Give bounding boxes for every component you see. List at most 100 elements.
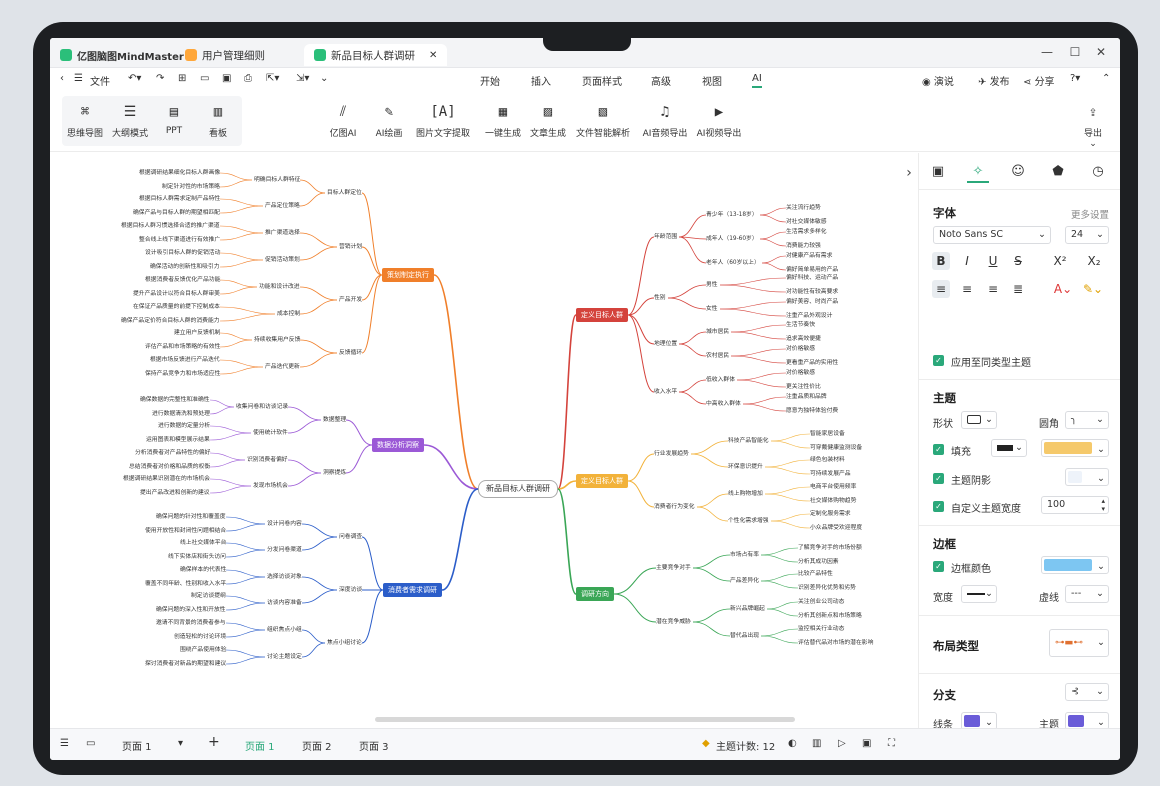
sub-sub-topic[interactable]: 中高收入群体	[706, 401, 741, 408]
sub-sub-topic[interactable]: 成年人（19-60岁）	[706, 236, 758, 243]
corner-select[interactable]: ╮ ⌄	[1065, 411, 1109, 429]
sub-topic[interactable]: 目标人群定位	[327, 190, 362, 197]
leaf-topic[interactable]: 根据调研结果细化目标人群画像	[139, 170, 220, 177]
sub-sub-topic[interactable]: 功能和设计改进	[259, 284, 300, 291]
leaf-topic[interactable]: 偏好美容、时尚产品	[786, 299, 838, 306]
leaf-topic[interactable]: 比较产品特性	[798, 571, 833, 578]
leaf-topic[interactable]: 线上社交媒体平台	[180, 540, 226, 547]
sub-sub-topic[interactable]: 设计问卷内容	[267, 521, 302, 528]
leaf-topic[interactable]: 消费能力较强	[786, 243, 821, 250]
branch-style-select[interactable]: ⊰ ⌄	[1065, 683, 1109, 701]
tab-new-product-research[interactable]: 新品目标人群调研 ✕	[304, 44, 448, 66]
leaf-topic[interactable]: 了解竞争对手的市场份额	[798, 545, 862, 552]
sub-topic[interactable]: 产品开发	[339, 297, 362, 304]
fill-color-select[interactable]: ⌄	[1041, 439, 1109, 457]
sub-sub-topic[interactable]: 使用统计软件	[253, 430, 288, 437]
sub-sub-topic[interactable]: 新兴品牌崛起	[730, 606, 765, 613]
sub-topic[interactable]: 消费者行为变化	[654, 504, 695, 511]
presentation-button[interactable]: ◉ 演说	[922, 73, 954, 88]
root-topic[interactable]: 新品目标人群调研	[478, 480, 558, 498]
align-left-icon[interactable]: ≡	[932, 280, 950, 298]
sub-topic[interactable]: 行业发展趋势	[654, 451, 689, 458]
share-button[interactable]: ⋖ 分享	[1023, 73, 1055, 88]
panel-tab-marker-icon[interactable]: ☺	[1007, 161, 1029, 183]
leaf-topic[interactable]: 分析其成功因素	[798, 559, 839, 566]
sub-sub-topic[interactable]: 男性	[706, 282, 718, 289]
leaf-topic[interactable]: 整合线上线下渠道进行有效推广	[139, 237, 220, 244]
leaf-topic[interactable]: 确保产品定价符合目标人群的消费能力	[121, 318, 220, 325]
collapse-ribbon-icon[interactable]: ⌃	[1102, 73, 1110, 84]
maximize-icon[interactable]: ☐	[1068, 45, 1082, 59]
leaf-topic[interactable]: 评估产品和市场策略的有效性	[145, 344, 220, 351]
file-parse-button[interactable]: ▧ 文件智能解析	[568, 104, 638, 139]
focus-mode-icon[interactable]: ◐	[788, 738, 797, 749]
leaf-topic[interactable]: 分析其创新点和市场策略	[798, 613, 862, 620]
border-color-checkbox[interactable]: ✓	[933, 561, 944, 572]
minimize-icon[interactable]: —	[1040, 45, 1054, 59]
sub-sub-topic[interactable]: 城市居民	[706, 329, 729, 336]
leaf-topic[interactable]: 根据市场反馈进行产品迭代	[150, 357, 220, 364]
sub-topic[interactable]: 性别	[654, 295, 666, 302]
sub-sub-topic[interactable]: 发现市场机会	[253, 483, 288, 490]
menu-tab-start[interactable]: 开始	[480, 73, 500, 88]
leaf-topic[interactable]: 根据目标人群需求定制产品特性	[139, 196, 220, 203]
leaf-topic[interactable]: 识别差异化优势和劣势	[798, 585, 856, 592]
export-button[interactable]: ⇪ 导出 ⌄	[1058, 104, 1120, 149]
open-folder-icon[interactable]: ▭	[200, 73, 209, 84]
leaf-topic[interactable]: 制定访谈提纲	[191, 593, 226, 600]
leaf-topic[interactable]: 根据目标人群习惯选择合适的推广渠道	[121, 223, 220, 230]
font-color-icon[interactable]: A⌄	[1051, 280, 1075, 298]
leaf-topic[interactable]: 对功能性有较高要求	[786, 289, 838, 296]
sub-topic[interactable]: 反馈循环	[339, 350, 362, 357]
panel-tab-style-icon[interactable]: ▣	[927, 161, 949, 183]
stepper-arrows-icon[interactable]: ▴ ▾	[1101, 497, 1105, 513]
sub-topic[interactable]: 深度访谈	[339, 587, 362, 594]
leaf-topic[interactable]: 可持续发展产品	[810, 471, 851, 478]
add-page-icon[interactable]: +	[208, 734, 220, 750]
leaf-topic[interactable]: 根据调研结果识别潜在的市场机会	[123, 476, 210, 483]
main-branch[interactable]: 数据分析洞察	[372, 438, 424, 452]
fit-page-icon[interactable]: ▣	[862, 738, 871, 749]
strikethrough-button[interactable]: S	[1009, 252, 1027, 270]
leaf-topic[interactable]: 更关注性价比	[786, 384, 821, 391]
sub-sub-topic[interactable]: 组织焦点小组	[267, 627, 302, 634]
more-chevron-icon[interactable]: ⌄	[320, 73, 328, 84]
sub-topic[interactable]: 年龄范围	[654, 234, 677, 241]
sub-sub-topic[interactable]: 低收入群体	[706, 377, 735, 384]
leaf-topic[interactable]: 更看重产品的实用性	[786, 360, 838, 367]
menu-tab-advanced[interactable]: 高级	[651, 73, 671, 88]
leaf-topic[interactable]: 小众品牌受欢迎程度	[810, 525, 862, 532]
sub-topic[interactable]: 潜在竞争威胁	[656, 619, 691, 626]
sub-sub-topic[interactable]: 成本控制	[277, 311, 300, 318]
panel-tab-format-icon[interactable]: ✧	[967, 161, 989, 183]
font-size-select[interactable]: 24 ⌄	[1065, 226, 1109, 244]
ai-video-export-button[interactable]: ▶ AI视频导出	[684, 104, 754, 139]
leaf-topic[interactable]: 偏好科技、运动产品	[786, 275, 838, 282]
leaf-topic[interactable]: 对价格敏感	[786, 370, 815, 377]
dual-view-icon[interactable]: ▥	[812, 738, 821, 749]
menu-tab-ai[interactable]: AI	[752, 73, 762, 88]
sub-sub-topic[interactable]: 持续收集用户反馈	[254, 337, 300, 344]
fill-style-select[interactable]: ⌄	[991, 439, 1027, 457]
menu-tab-insert[interactable]: 插入	[531, 73, 551, 88]
custom-width-checkbox[interactable]: ✓	[933, 501, 944, 512]
leaf-topic[interactable]: 围绕产品使用体验	[180, 647, 226, 654]
sub-sub-topic[interactable]: 科技产品智能化	[728, 438, 769, 445]
page-selector[interactable]: 页面 1	[122, 738, 152, 753]
leaf-topic[interactable]: 确保产品与目标人群的期望相匹配	[133, 210, 220, 217]
leaf-topic[interactable]: 覆盖不同年龄、性别和收入水平	[145, 581, 226, 588]
leaf-topic[interactable]: 根据消费者反馈优化产品功能	[145, 277, 220, 284]
publish-button[interactable]: ✈ 发布	[978, 73, 1010, 88]
sub-topic[interactable]: 数据整理	[323, 417, 346, 424]
justify-icon[interactable]: ≣	[1009, 280, 1027, 298]
sub-topic[interactable]: 问卷调查	[339, 534, 362, 541]
export-icon[interactable]: ⇱▾	[266, 73, 279, 84]
print-icon[interactable]: ⎙	[244, 73, 252, 84]
more-settings-link[interactable]: 更多设置	[1071, 207, 1109, 221]
italic-button[interactable]: I	[958, 252, 976, 270]
help-icon[interactable]: ?▾	[1070, 73, 1080, 84]
leaf-topic[interactable]: 确保问题的针对性和覆盖度	[156, 514, 226, 521]
border-color-select[interactable]: ⌄	[1041, 556, 1109, 574]
new-icon[interactable]: ⊞	[178, 73, 186, 84]
redo-icon[interactable]: ↷	[156, 73, 164, 84]
